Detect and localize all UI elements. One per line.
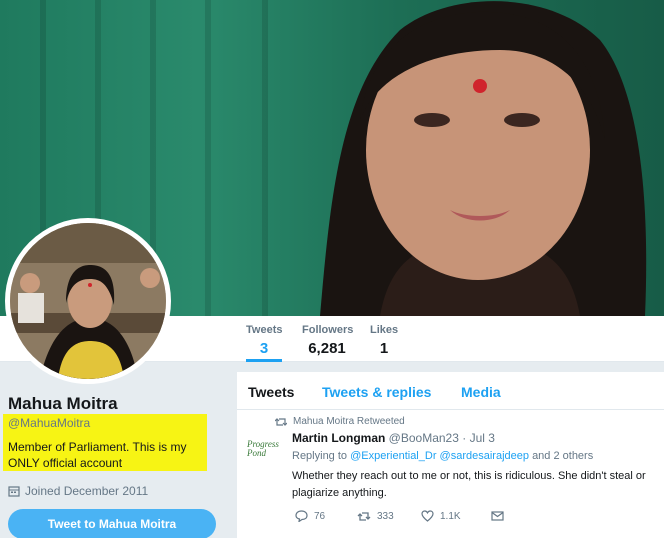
stat-followers-label: Followers bbox=[302, 324, 354, 336]
profile-joined: Joined December 2011 bbox=[8, 484, 148, 498]
retweet-count: 333 bbox=[377, 510, 394, 522]
stat-likes[interactable]: Likes 1 bbox=[370, 324, 398, 357]
tab-media[interactable]: Media bbox=[461, 384, 501, 400]
retweet-icon bbox=[275, 417, 287, 426]
tweet-to-button[interactable]: Tweet to Mahua Moitra bbox=[8, 509, 216, 538]
replying-prefix: Replying to bbox=[292, 450, 348, 462]
tab-tweets[interactable]: Tweets bbox=[248, 384, 294, 400]
reply-action[interactable]: 76 bbox=[295, 510, 357, 522]
stat-followers-value: 6,281 bbox=[308, 340, 346, 357]
timeline-panel: Tweets Tweets & replies Media Mahua Moit… bbox=[237, 372, 664, 538]
joined-text: Joined December 2011 bbox=[25, 484, 149, 498]
reply-others[interactable]: and 2 others bbox=[532, 450, 593, 462]
tweet-text: Whether they reach out to me or not, thi… bbox=[292, 470, 646, 499]
reply-count: 76 bbox=[314, 510, 326, 522]
heart-icon bbox=[421, 510, 434, 522]
tweet-author[interactable]: Martin Longman @BooMan23 · Jul 3 bbox=[292, 431, 495, 445]
tab-tweets-replies[interactable]: Tweets & replies bbox=[322, 384, 431, 400]
tweet-actions: 76 333 1.1K bbox=[295, 510, 553, 522]
reply-user-link-2[interactable]: @sardesairajdeep bbox=[440, 450, 529, 462]
retweet-action-icon bbox=[357, 511, 371, 521]
twitter-profile-page: Tweets 3 Followers 6,281 Likes 1 Mahua M… bbox=[0, 0, 664, 538]
stat-tweets-label: Tweets bbox=[246, 324, 283, 336]
like-action[interactable]: 1.1K bbox=[421, 510, 491, 522]
banner-portrait-image bbox=[320, 1, 647, 316]
calendar-icon bbox=[8, 486, 20, 497]
stat-likes-value: 1 bbox=[379, 340, 389, 357]
message-action[interactable] bbox=[491, 510, 553, 522]
tweet-time[interactable]: · Jul 3 bbox=[462, 431, 495, 445]
profile-avatar[interactable] bbox=[5, 218, 171, 384]
author-name[interactable]: Martin Longman bbox=[292, 431, 385, 445]
profile-handle[interactable]: @MahuaMoitra bbox=[8, 416, 90, 430]
retweet-action[interactable]: 333 bbox=[357, 510, 421, 522]
stat-tweets-value: 3 bbox=[259, 340, 269, 357]
retweeted-by-text[interactable]: Mahua Moitra Retweeted bbox=[293, 416, 405, 427]
profile-bio: Member of Parliament. This is my ONLY of… bbox=[8, 440, 187, 470]
tweet-author-avatar[interactable]: Progress Pond bbox=[247, 440, 287, 460]
envelope-icon bbox=[491, 511, 504, 521]
retweet-context: Mahua Moitra Retweeted bbox=[275, 416, 405, 427]
stat-followers[interactable]: Followers 6,281 bbox=[302, 324, 354, 357]
author-handle[interactable]: @BooMan23 bbox=[389, 431, 459, 445]
stat-tweets[interactable]: Tweets 3 bbox=[246, 324, 282, 362]
reply-icon bbox=[295, 510, 308, 522]
avatar-photo-image bbox=[10, 223, 166, 379]
replying-to: Replying to @Experiential_Dr @sardesaira… bbox=[292, 450, 593, 462]
stat-likes-label: Likes bbox=[370, 324, 399, 336]
reply-user-link-1[interactable]: @Experiential_Dr bbox=[350, 450, 436, 462]
profile-name: Mahua Moitra bbox=[8, 394, 118, 413]
timeline-tabs: Tweets Tweets & replies Media bbox=[237, 372, 664, 410]
like-count: 1.1K bbox=[440, 510, 461, 522]
